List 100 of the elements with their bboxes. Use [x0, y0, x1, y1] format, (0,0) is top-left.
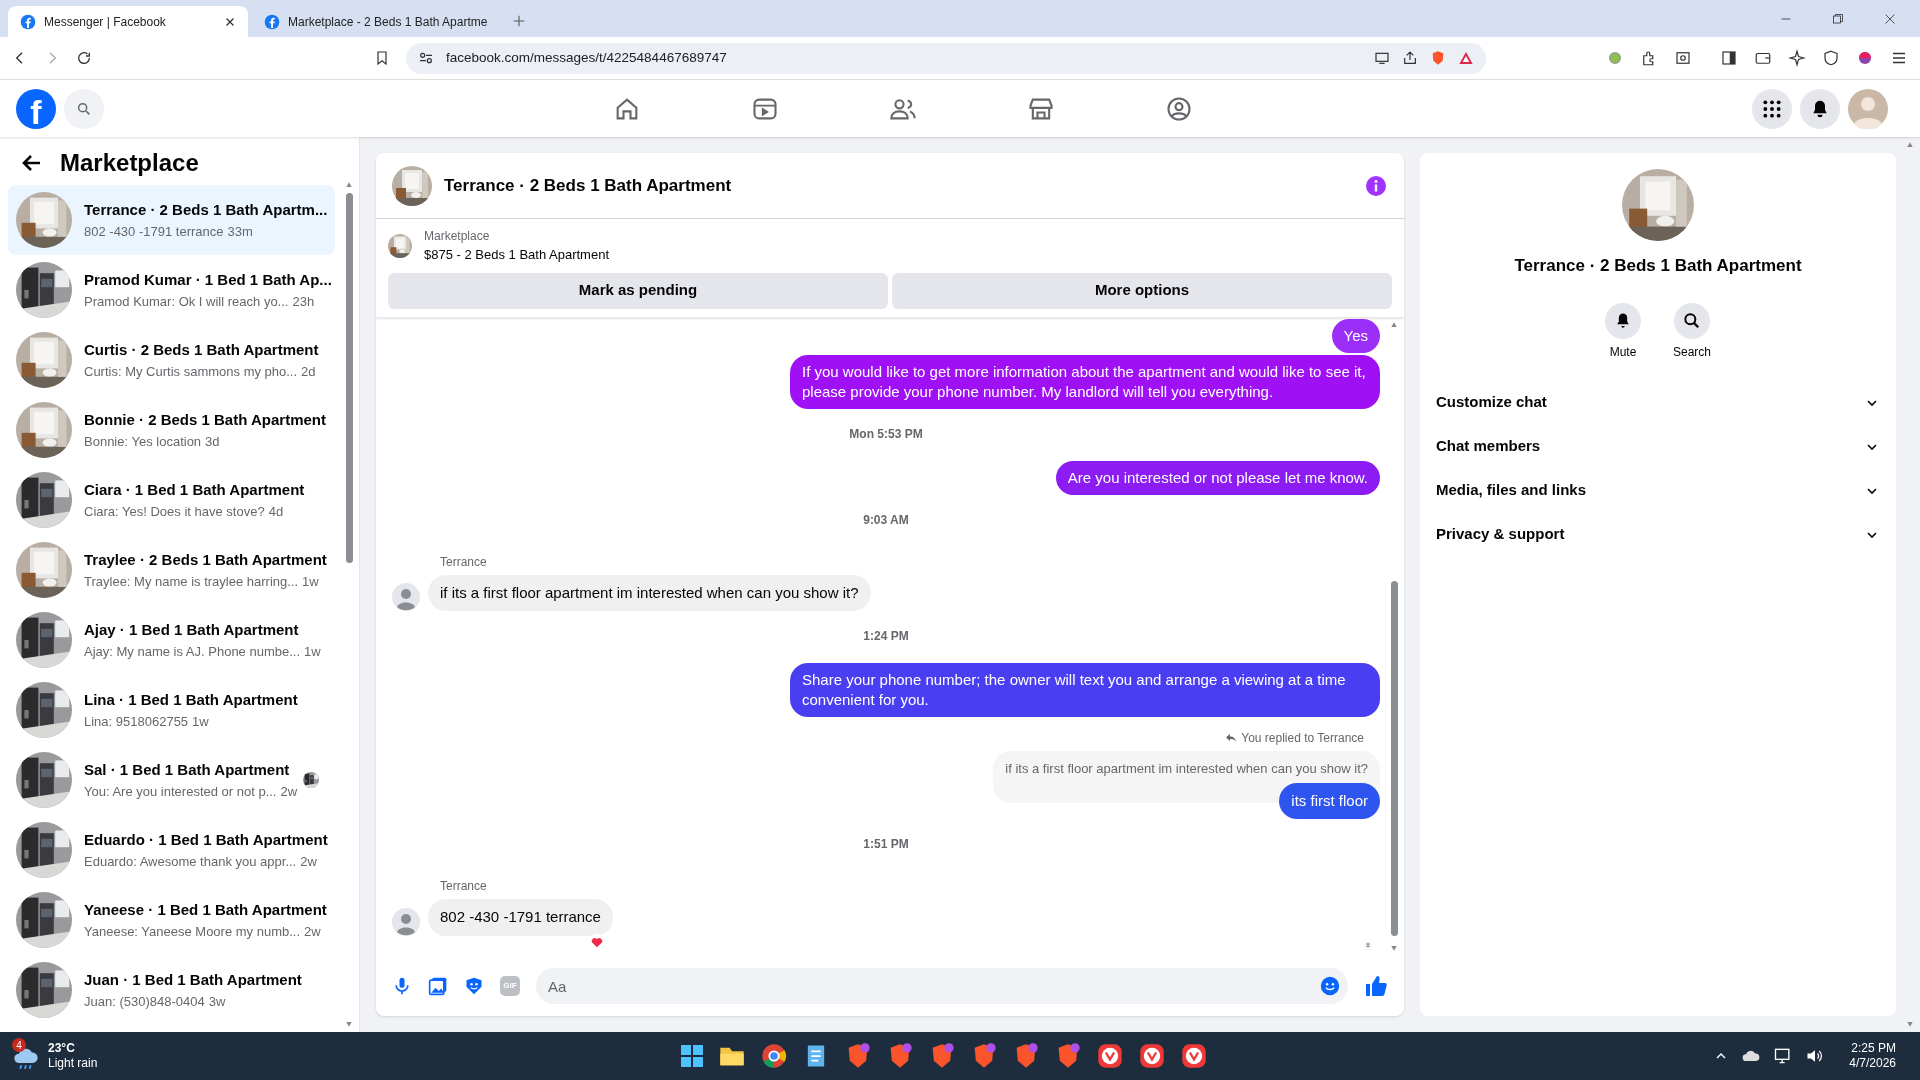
scroll-up-icon[interactable] — [1390, 320, 1398, 329]
person-avatar-icon — [392, 583, 420, 611]
v-browser-icon[interactable] — [1138, 1042, 1166, 1070]
facebook-icon — [264, 13, 280, 30]
sidebar-title: Marketplace — [60, 148, 199, 178]
chat-title: Terrance · 2 Beds 1 Bath Apartment — [444, 174, 733, 197]
notification-badge: 4 — [12, 1038, 26, 1052]
colorful-orb-icon[interactable] — [1856, 49, 1874, 67]
sender-name: Terrance — [440, 878, 488, 895]
emoji-icon[interactable] — [1320, 976, 1340, 996]
grid-icon — [1762, 98, 1782, 119]
message-time: 2w — [300, 852, 317, 871]
message-preview: Curtis: My Curtis sammons my pho... — [84, 362, 298, 381]
conversation-title: Ajay · 1 Bed 1 Bath Apartment — [84, 620, 300, 640]
scroll-up-icon[interactable] — [1906, 141, 1914, 149]
message-time: 1w — [302, 572, 319, 591]
clock-date: 4/7/2026 — [1849, 1056, 1896, 1071]
sent-message: If you would like to get more information about the apartment and would like to see it, please provide your phone number. My landlord will tell you everything. — [790, 354, 1380, 409]
message-time: 2w — [304, 922, 321, 941]
message-preview: Ajay: My name is AJ. Phone numbe... — [84, 642, 301, 661]
timestamp: 1:51 PM — [863, 836, 909, 853]
details-title: Terrance · 2 Beds 1 Bath Apartment — [1514, 255, 1802, 277]
v-browser-icon[interactable] — [1180, 1042, 1208, 1070]
browser-tab[interactable]: Marketplace - 2 Beds 1 Bath Apartme — [252, 6, 500, 37]
browser-icon[interactable] — [760, 1042, 788, 1070]
share-icon[interactable] — [1402, 50, 1418, 66]
message-preview: Lina: 9518062755 — [84, 712, 189, 731]
facebook-logo[interactable]: f — [16, 88, 56, 129]
conversation-title: Lina · 1 Bed 1 Bath Apartment — [84, 690, 299, 710]
collapsible-section[interactable]: Customize chat — [1436, 380, 1880, 425]
message-preview: Traylee: My name is traylee harring... — [84, 572, 299, 591]
scroll-up-icon[interactable] — [345, 181, 353, 189]
sticker-icon[interactable] — [464, 976, 484, 996]
search-icon — [76, 100, 92, 117]
bookmark-icon[interactable] — [374, 50, 390, 66]
message-time: 1w — [304, 642, 321, 661]
action-button[interactable]: More options — [892, 272, 1392, 309]
clock-time: 2:25 PM — [1851, 1041, 1896, 1056]
scrollbar-thumb[interactable] — [345, 193, 353, 563]
message-preview: Bonnie: Yes location — [84, 432, 202, 451]
collapsible-section[interactable]: Chat members — [1436, 424, 1880, 469]
restore-icon[interactable] — [1832, 13, 1844, 25]
conversation-title: Yaneese · 1 Bed 1 Bath Apartment — [84, 900, 327, 920]
scroll-down-icon[interactable] — [1390, 944, 1398, 952]
sparkle-icon[interactable] — [1788, 49, 1806, 67]
notifications-button[interactable] — [1800, 88, 1840, 129]
menu-button[interactable] — [1752, 88, 1792, 129]
address-bar[interactable]: facebook.com/messages/t/4225484467689747 — [406, 42, 1486, 74]
weather-condition: Light rain — [48, 1056, 98, 1071]
microphone-icon[interactable] — [392, 976, 412, 996]
scrollbar-thumb[interactable] — [1390, 581, 1398, 936]
collapsible-section[interactable]: Media, files and links — [1436, 468, 1880, 513]
v-browser-icon[interactable] — [1096, 1042, 1124, 1070]
action-label: Search — [1673, 343, 1711, 361]
reply-label: You replied to Terrance — [1241, 730, 1364, 747]
received-message: 802 -430 -1791 terrance — [428, 899, 613, 936]
thumbs-up-icon[interactable] — [1364, 974, 1388, 998]
sent-message: Are you interested or not please let me know. — [1055, 460, 1380, 495]
site-settings-icon — [418, 50, 434, 66]
cast-icon[interactable] — [1374, 50, 1390, 66]
scroll-down-icon[interactable] — [1906, 1020, 1914, 1028]
round-action-button[interactable] — [1605, 302, 1641, 339]
conversation-title: Curtis · 2 Beds 1 Bath Apartment — [84, 340, 320, 360]
triangle-icon[interactable] — [1458, 50, 1474, 66]
received-message: if its a first floor apartment im interested when can you show it? — [428, 574, 871, 611]
collapsible-section[interactable]: Privacy & support — [1436, 512, 1880, 557]
reload-icon[interactable] — [76, 50, 92, 66]
message-preview: Pramod Kumar: Ok I will reach yo... — [84, 292, 289, 311]
sidebar-icon[interactable] — [1720, 49, 1738, 67]
conversation-item[interactable]: Terrance · 2 Beds 1 Bath Apartm... 802 -430 -1791 terrance 33m — [8, 185, 335, 255]
vpn-shield-icon[interactable] — [1822, 49, 1840, 67]
message-preview: Yaneese: Yaneese Moore my numb... — [84, 922, 301, 941]
scroll-down-icon[interactable] — [345, 1020, 353, 1028]
close-icon[interactable] — [224, 15, 236, 28]
status-dot-icon[interactable] — [1606, 49, 1624, 67]
close-icon[interactable] — [1884, 13, 1896, 25]
round-action-button[interactable] — [1674, 302, 1710, 339]
message-preview: You: Are you interested or not p... — [84, 782, 277, 801]
action-button[interactable]: Mark as pending — [388, 272, 888, 309]
message-preview: Eduardo: Awesome thank you appr... — [84, 852, 297, 871]
message-time: 2d — [301, 362, 316, 381]
info-icon[interactable] — [1364, 173, 1388, 198]
reply-icon — [1225, 732, 1238, 744]
sent-message: its first floor — [1279, 782, 1380, 819]
timestamp: 1:24 PM — [863, 628, 909, 645]
temperature: 23°C — [48, 1041, 76, 1056]
message-preview: 802 -430 -1791 terrance — [84, 222, 224, 241]
message-input[interactable]: Aa — [536, 968, 1348, 1004]
conversation-title: Sal · 1 Bed 1 Bath Apartment — [84, 760, 291, 780]
sent-message: Share your phone number; the owner will text you and arrange a viewing at a time convenient for you. — [790, 663, 1380, 717]
windows-icon[interactable] — [680, 1044, 704, 1068]
message-time: 3w — [208, 992, 226, 1011]
conversation-title: Bonnie · 2 Beds 1 Bath Apartment — [84, 410, 327, 430]
image-icon[interactable] — [428, 976, 448, 996]
search-button[interactable] — [64, 88, 104, 129]
message-time: 33m — [227, 222, 253, 241]
search-icon — [1682, 310, 1702, 331]
message-time: 3d — [205, 432, 220, 451]
listing-label: Marketplace — [424, 228, 491, 245]
browser-tab[interactable]: Messenger | Facebook — [8, 6, 248, 37]
